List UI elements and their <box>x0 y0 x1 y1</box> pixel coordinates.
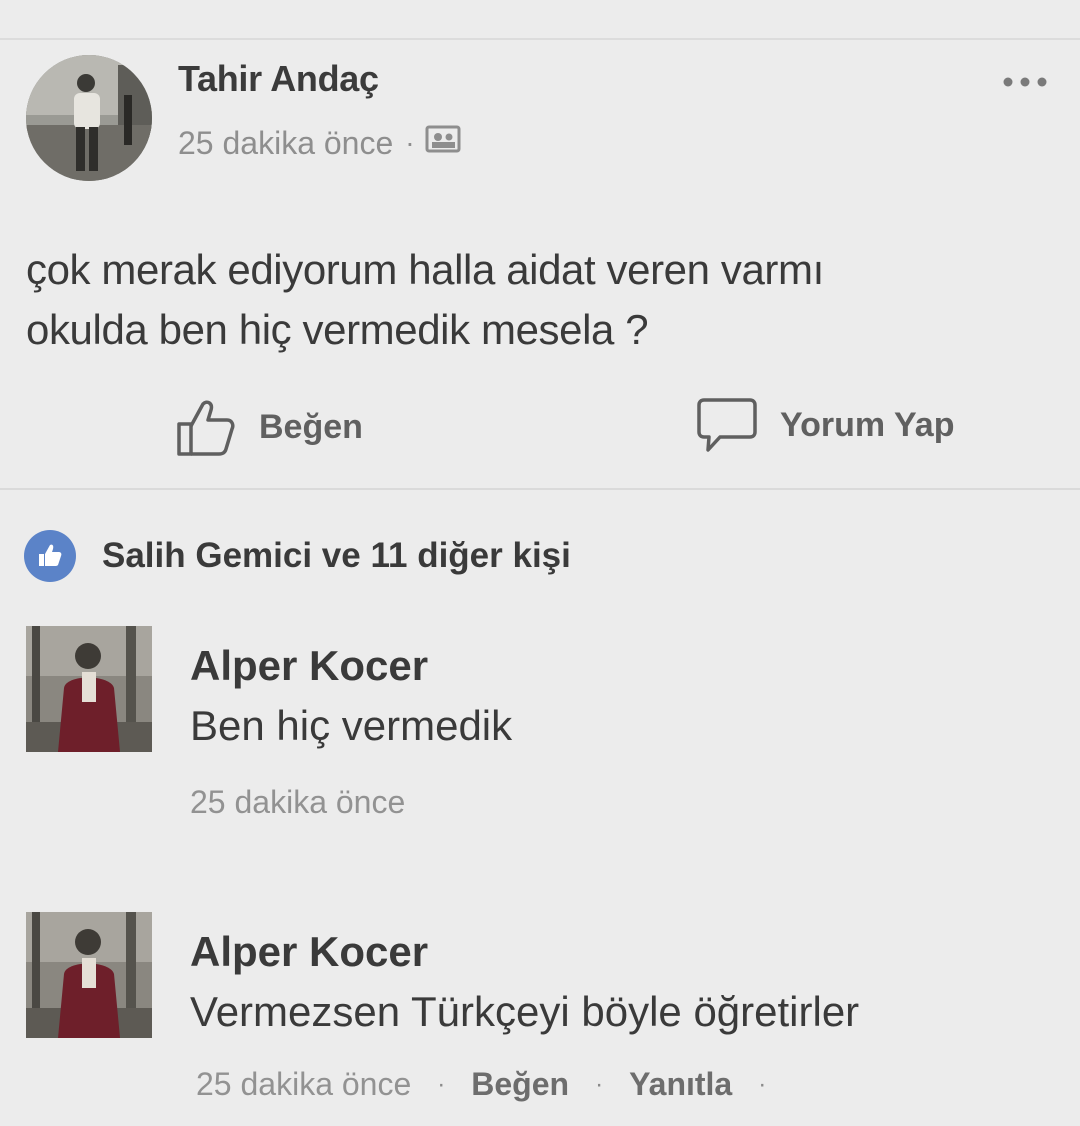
post-time[interactable]: 25 dakika önce <box>178 125 393 162</box>
top-divider <box>0 38 1080 40</box>
comment-author[interactable]: Alper Kocer <box>190 928 428 976</box>
post-text: çok merak ediyorum halla aidat veren var… <box>26 240 1056 360</box>
comment-meta: 25 dakika önce · Beğen · Yanıtla · <box>196 1066 792 1103</box>
comment-meta: 25 dakika önce <box>190 784 405 821</box>
comment-time[interactable]: 25 dakika önce <box>196 1066 411 1103</box>
comment-author[interactable]: Alper Kocer <box>190 642 428 690</box>
thumbs-up-icon <box>177 400 235 456</box>
more-options-icon[interactable] <box>1000 62 1050 102</box>
comment-like-link[interactable]: Beğen <box>471 1066 569 1103</box>
meta-separator: · <box>437 1070 446 1098</box>
commenter-avatar[interactable] <box>26 626 152 752</box>
comment-label: Yorum Yap <box>780 405 955 444</box>
like-button[interactable]: Beğen <box>175 396 363 458</box>
like-label: Beğen <box>259 407 363 446</box>
post-meta: 25 dakika önce · <box>178 124 461 162</box>
post-author-name[interactable]: Tahir Andaç <box>178 58 379 100</box>
comment-reply-link[interactable]: Yanıtla <box>629 1066 732 1103</box>
author-avatar[interactable] <box>26 55 152 181</box>
like-badge-icon <box>24 530 76 582</box>
reactions-text: Salih Gemici ve 11 diğer kişi <box>102 536 571 575</box>
meta-separator: · <box>405 127 415 158</box>
comment-text: Vermezsen Türkçeyi böyle öğretirler <box>190 988 860 1035</box>
post-text-line: okulda ben hiç vermedik mesela ? <box>26 306 649 353</box>
post-text-line: çok merak ediyorum halla aidat veren var… <box>26 246 824 293</box>
comment-bubble-icon <box>697 398 757 452</box>
reactions-summary[interactable]: Salih Gemici ve 11 diğer kişi <box>24 530 571 582</box>
comment-time[interactable]: 25 dakika önce <box>190 784 405 821</box>
comment-button[interactable]: Yorum Yap <box>696 396 954 454</box>
comment-text: Ben hiç vermedik <box>190 702 513 749</box>
meta-separator: · <box>595 1070 604 1098</box>
section-divider <box>0 488 1080 490</box>
meta-separator: · <box>758 1070 767 1098</box>
friends-icon <box>425 124 461 162</box>
commenter-avatar[interactable] <box>26 912 152 1038</box>
